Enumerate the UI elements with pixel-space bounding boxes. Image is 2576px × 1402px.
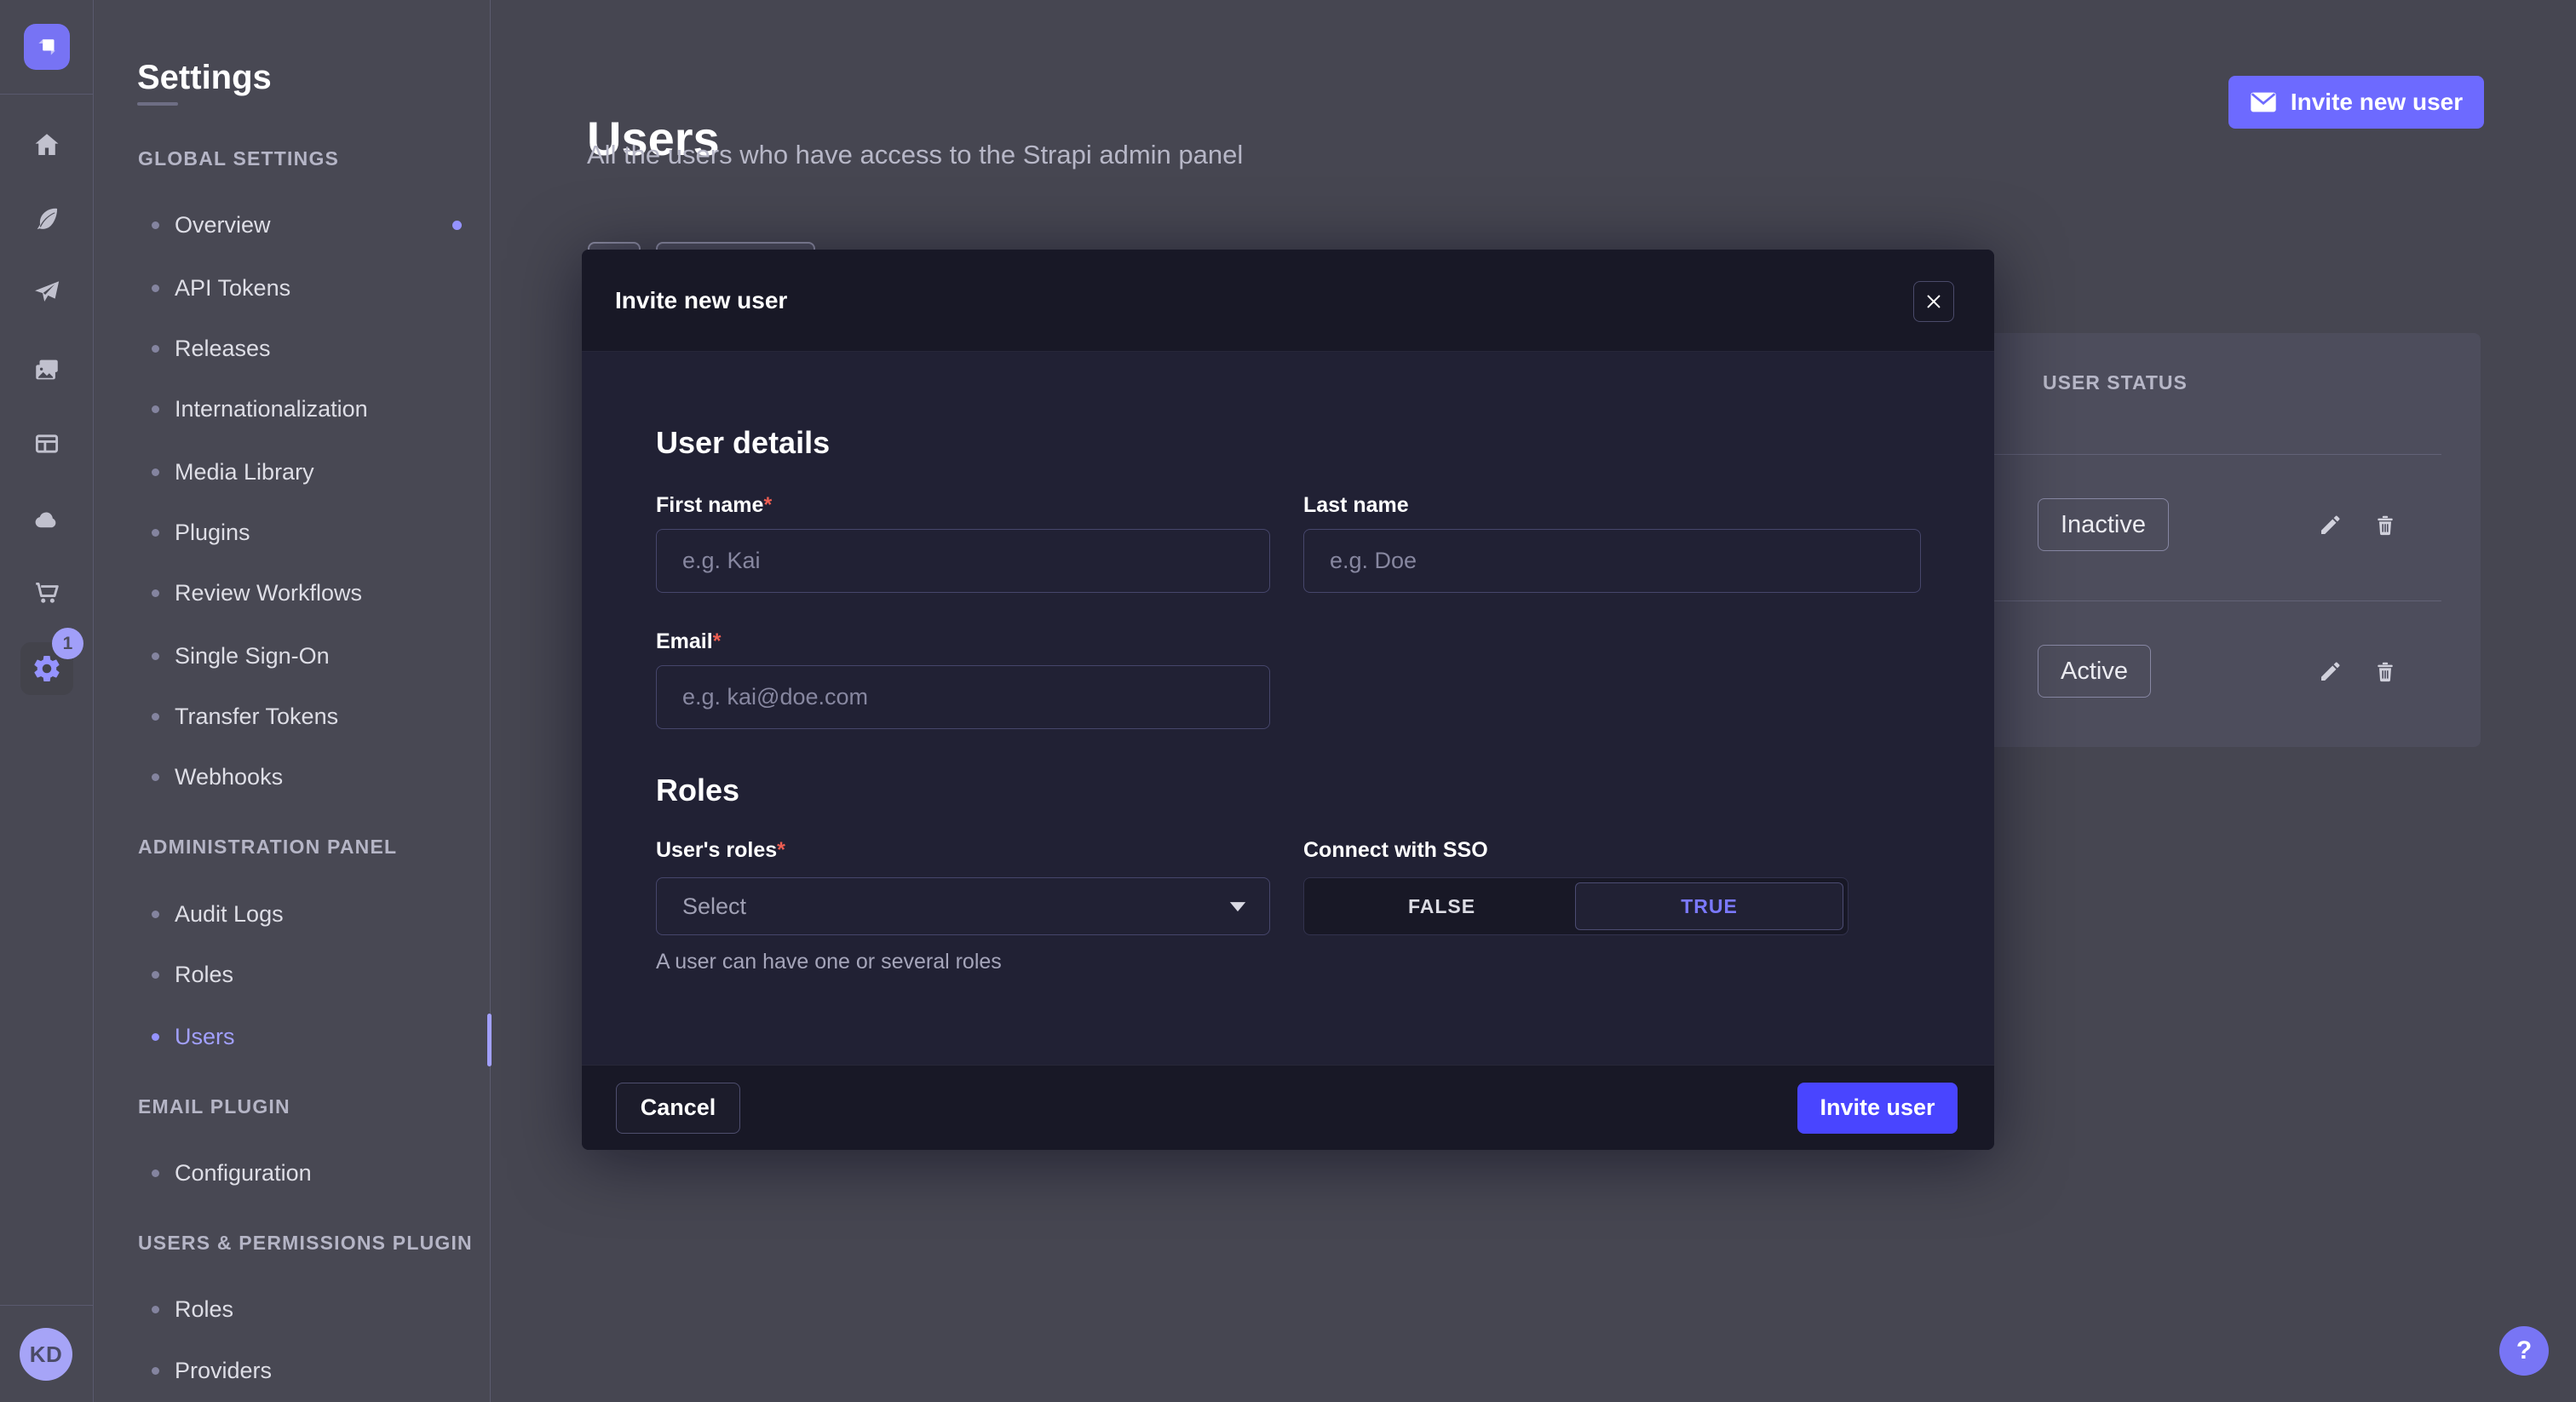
close-button[interactable] [1913, 281, 1954, 322]
roles-select[interactable]: Select [656, 877, 1270, 935]
cancel-button[interactable]: Cancel [616, 1083, 740, 1134]
select-placeholder: Select [682, 893, 746, 920]
user-details-heading: User details [656, 425, 830, 461]
roles-heading: Roles [656, 773, 739, 808]
required-asterisk: * [777, 838, 785, 862]
roles-hint: A user can have one or several roles [656, 950, 1002, 974]
email-field[interactable] [656, 665, 1270, 729]
modal-header: Invite new user [582, 250, 1994, 352]
modal-footer: Cancel Invite user [582, 1065, 1994, 1150]
sso-toggle: FALSE TRUE [1303, 877, 1849, 935]
modal-title: Invite new user [615, 287, 787, 314]
app-window: 1 KD Settings GLOBAL SETTINGS Overview A… [0, 0, 2576, 1402]
users-roles-label: User's roles* [656, 838, 785, 863]
sso-toggle-true[interactable]: TRUE [1575, 882, 1843, 930]
connect-sso-label: Connect with SSO [1303, 838, 1488, 863]
close-icon [1924, 292, 1943, 311]
first-name-field[interactable] [656, 529, 1270, 593]
required-asterisk: * [763, 493, 772, 517]
chevron-down-icon [1228, 899, 1247, 913]
first-name-label: First name* [656, 493, 772, 518]
last-name-field[interactable] [1303, 529, 1921, 593]
email-label: Email* [656, 629, 721, 654]
sso-toggle-false[interactable]: FALSE [1308, 882, 1575, 930]
last-name-label: Last name [1303, 493, 1409, 518]
invite-user-submit-button[interactable]: Invite user [1797, 1083, 1958, 1134]
required-asterisk: * [713, 629, 722, 653]
invite-user-modal: Invite new user User details First name*… [582, 250, 1994, 1150]
